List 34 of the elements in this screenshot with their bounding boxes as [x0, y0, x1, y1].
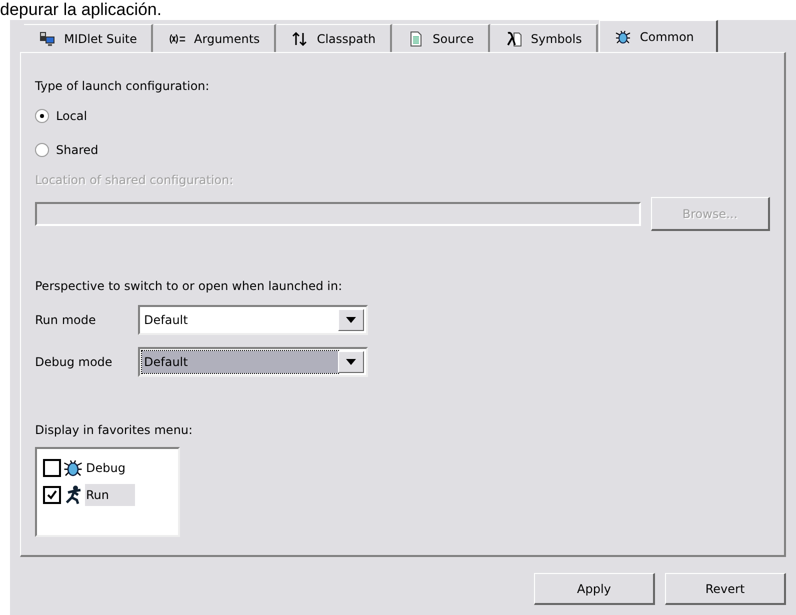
tab[interactable]: Classpath [276, 24, 392, 52]
bug-icon [614, 28, 632, 44]
radio-button[interactable] [35, 143, 49, 157]
running-person-icon [63, 484, 83, 504]
dialog-button[interactable]: Revert [665, 573, 786, 605]
tab[interactable]: Symbols [490, 24, 598, 52]
section-label: Type of launch configuration: [35, 78, 210, 95]
radio-label: Local [56, 109, 88, 123]
field-label: Run mode [35, 313, 97, 327]
computer-icon [38, 30, 56, 46]
list-item[interactable]: Run [85, 484, 136, 506]
radio-option[interactable]: Local [35, 99, 88, 133]
field-label: Location of shared configuration: [35, 172, 234, 189]
lambda-icon [504, 30, 523, 46]
section-label: Display in favorites menu: [35, 422, 194, 439]
radio-label: Shared [56, 143, 98, 157]
radio-option[interactable]: Shared [35, 133, 98, 167]
up-down-arrows-icon [290, 30, 309, 46]
field-label: Debug mode [35, 355, 114, 369]
section-label: Perspective to switch to or open when launched in: [35, 278, 344, 295]
bug-icon [63, 458, 83, 478]
caption-text: depurar la aplicación. [0, 0, 162, 20]
tab[interactable]: MIDlet Suite [24, 24, 154, 52]
radio-button[interactable] [35, 109, 49, 123]
checkbox[interactable] [43, 458, 61, 476]
tab[interactable]: Common [598, 20, 718, 52]
dropdown[interactable]: Default [138, 305, 368, 335]
dialog-button[interactable]: Apply [534, 573, 655, 605]
tab[interactable]: Arguments [154, 24, 276, 52]
checkmark-icon [46, 488, 58, 500]
checkbox[interactable] [43, 486, 61, 504]
dropdown[interactable]: Default [138, 347, 368, 377]
list-item[interactable]: Debug [85, 456, 152, 478]
tab[interactable]: Source [392, 24, 490, 52]
